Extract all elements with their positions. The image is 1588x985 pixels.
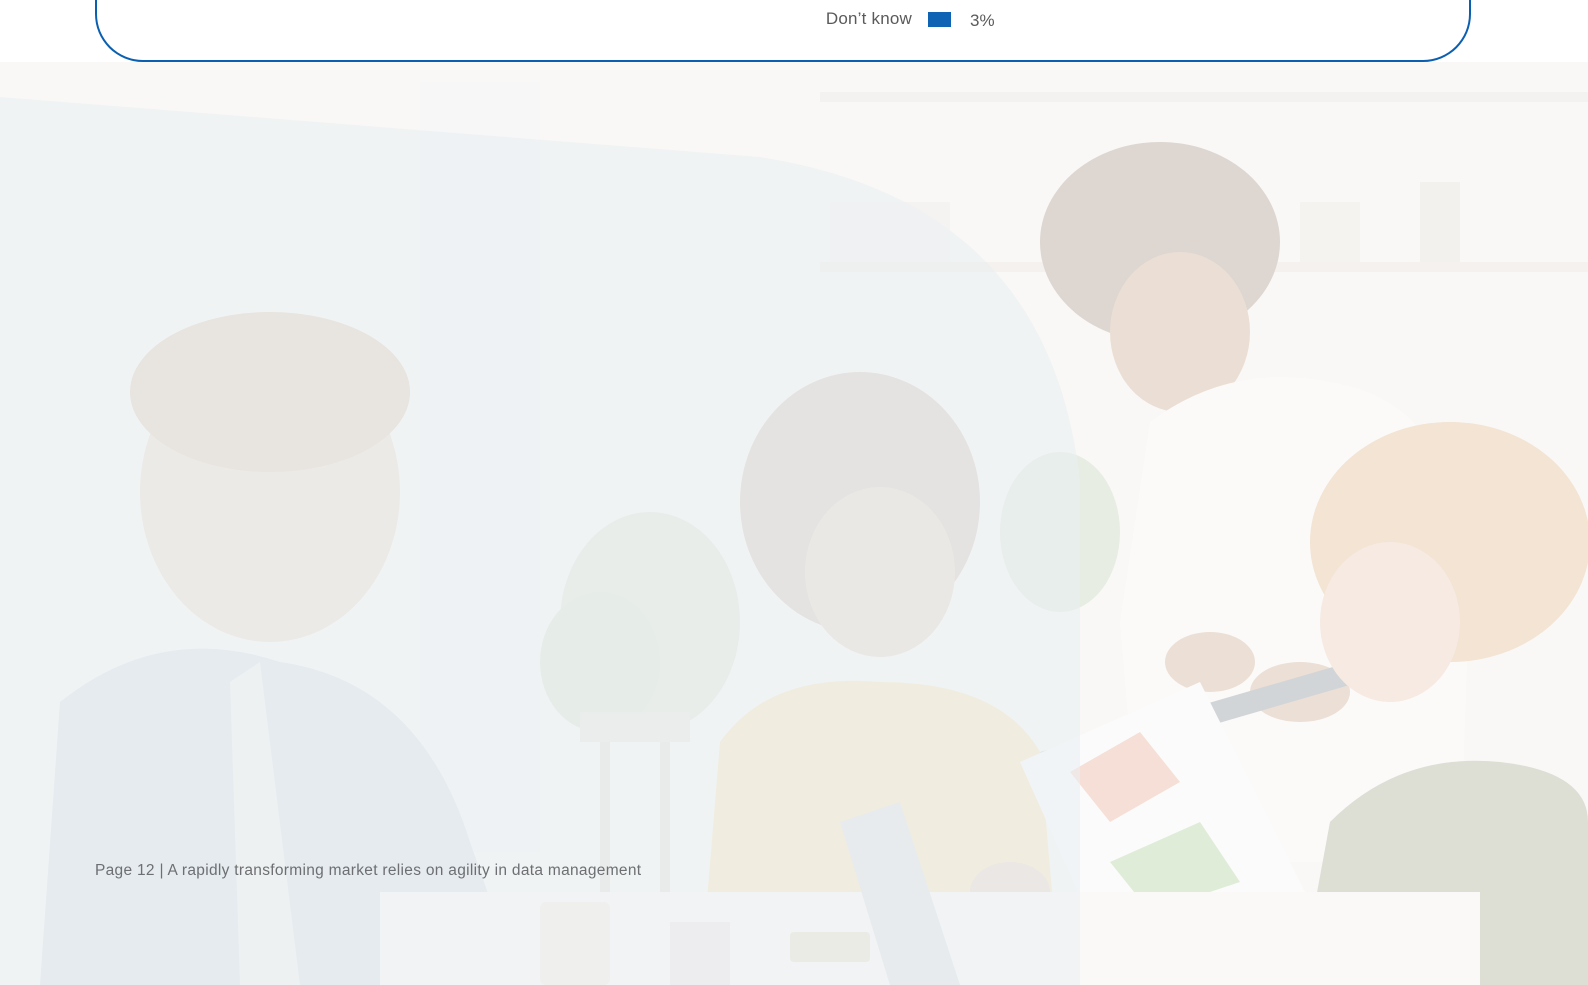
page-footer: Page 12 | A rapidly transforming market …: [95, 862, 642, 879]
report-page: Don’t know 3% Page 12 | A rapidly transf…: [0, 0, 1588, 985]
legend-bar: [928, 11, 951, 27]
legend-value: 3%: [970, 10, 995, 30]
legend-row-dont-know: Don’t know 3%: [817, 8, 995, 30]
team-meeting-photo: [0, 62, 1588, 985]
legend-label: Don’t know: [825, 9, 912, 28]
chart-panel: Don’t know 3%: [95, 0, 1471, 62]
